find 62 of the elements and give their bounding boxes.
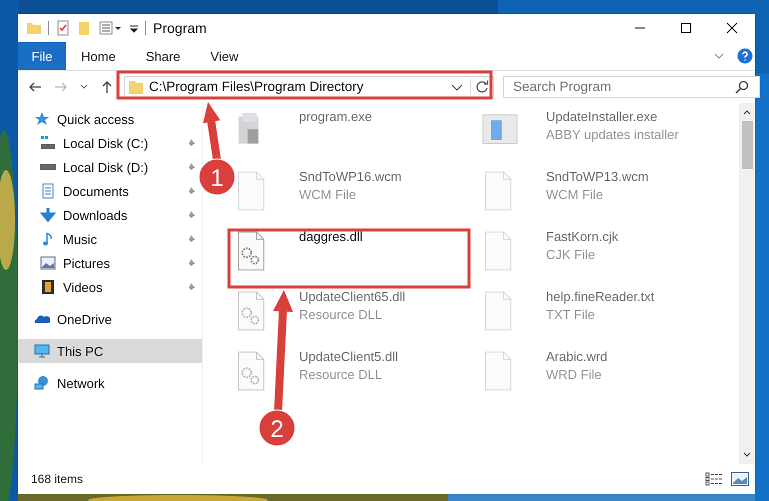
file-name[interactable]: FastKorn.cjk <box>546 229 618 244</box>
computer-icon <box>34 343 50 359</box>
properties-icon[interactable] <box>55 20 71 36</box>
sidebar-item[interactable]: Music <box>18 227 202 251</box>
file-type: ABBY updates installer <box>546 127 679 142</box>
maximize-icon <box>680 22 692 34</box>
close-icon <box>726 22 738 34</box>
item-count: 168 items <box>31 472 84 486</box>
drive-icon <box>40 164 56 170</box>
address-bar[interactable]: C:\Program Files\Program Directory <box>124 76 494 98</box>
file-name[interactable]: daggres.dll <box>299 229 363 244</box>
file-name[interactable]: program.exe <box>299 109 372 124</box>
file-name[interactable]: SndToWP13.wcm <box>546 169 649 184</box>
ribbon-tab[interactable]: Share <box>130 42 196 70</box>
file-name[interactable]: Arabic.wrd <box>546 349 608 364</box>
scrollbar-thumb[interactable] <box>742 121 752 169</box>
sidebar-item[interactable]: Pictures <box>18 251 202 275</box>
file-name[interactable]: SndToWP16.wcm <box>299 169 402 184</box>
sidebar-item[interactable]: Network <box>18 371 202 395</box>
ribbon-tab[interactable]: Home <box>66 42 131 70</box>
file-type: WCM File <box>546 187 604 202</box>
details-view-icon[interactable] <box>705 472 723 486</box>
pointer-arrow <box>203 102 221 161</box>
step-number: 2 <box>270 416 284 443</box>
download-icon <box>40 207 56 223</box>
document-icon <box>40 183 56 199</box>
step-marker <box>198 158 236 196</box>
drive-icon <box>40 135 56 151</box>
ribbon-tab[interactable]: File <box>18 42 66 70</box>
sidebar-item[interactable]: Videos <box>18 275 202 299</box>
file-name[interactable]: help.fineReader.txt <box>546 289 654 304</box>
search-field[interactable]: Search Program <box>503 76 760 98</box>
step-marker <box>258 410 296 446</box>
sidebar-item[interactable]: Downloads <box>18 203 202 227</box>
ribbon-tab[interactable]: View <box>195 42 254 70</box>
sidebar-item[interactable]: This PC <box>18 339 202 363</box>
window-title: Program <box>153 20 208 36</box>
star-icon <box>34 111 50 127</box>
sidebar-item[interactable]: Quick access <box>18 107 202 131</box>
sidebar-item[interactable]: Local Disk (D:) <box>18 155 202 179</box>
file-type: CJK File <box>546 247 596 262</box>
sidebar-item[interactable]: Local Disk (C:) <box>18 131 202 155</box>
step-number: 1 <box>210 165 224 192</box>
network-icon <box>34 375 50 391</box>
film-icon <box>40 279 56 295</box>
file-type: WCM File <box>299 187 358 202</box>
file-name[interactable]: UpdateInstaller.exe <box>546 109 679 124</box>
view-menu-icon[interactable] <box>99 20 123 36</box>
address-path: C:\Program Files\Program Directory <box>149 79 365 94</box>
file-name[interactable]: UpdateClient5.dll <box>299 349 398 364</box>
folder-icon <box>128 78 144 94</box>
help-icon[interactable] <box>737 48 753 64</box>
file-type: TXT File <box>546 307 596 322</box>
file-type: WRD File <box>546 367 603 382</box>
file-type: Resource DLL <box>299 307 384 322</box>
folder-icon[interactable] <box>26 20 42 36</box>
file-type: Resource DLL <box>299 367 384 382</box>
file-name[interactable]: UpdateClient65.dll <box>299 289 406 304</box>
sidebar-item[interactable]: Documents <box>18 179 202 203</box>
large-icons-view-icon[interactable] <box>731 472 749 486</box>
picture-icon <box>40 255 56 271</box>
sidebar-item[interactable]: OneDrive <box>18 307 202 331</box>
